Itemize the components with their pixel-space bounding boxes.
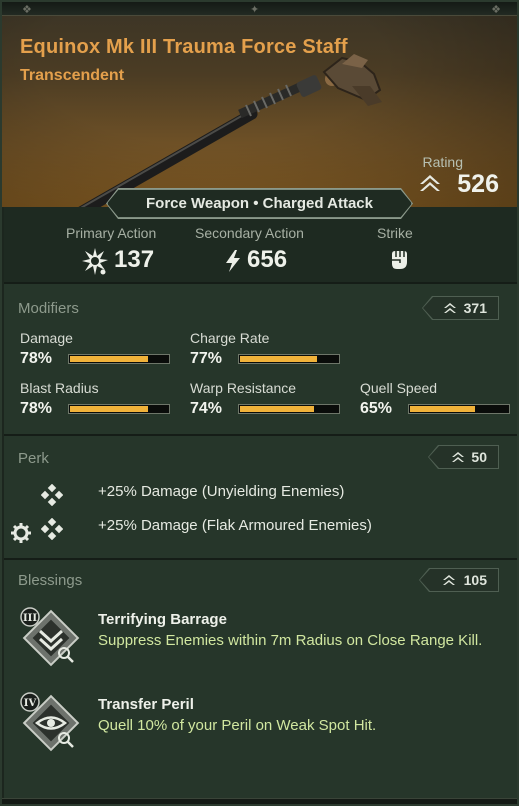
modifier-warp-resistance-pct: 74% <box>190 400 223 417</box>
perk-title: Perk <box>18 450 49 467</box>
blessing-tier: IV <box>24 698 37 709</box>
top-ornament: ❖ ✦ ❖ <box>2 2 517 16</box>
blessings-title: Blessings <box>18 572 83 589</box>
modifier-charge-rate-bar <box>238 354 340 364</box>
weapon-name: Equinox Mk III Trauma Force Staff <box>20 36 348 58</box>
primary-action-label: Primary Action <box>66 225 157 241</box>
modifier-blast-radius-pct: 78% <box>20 400 53 417</box>
secondary-action-label: Secondary Action <box>195 225 304 241</box>
rating-value: 526 <box>457 170 499 198</box>
cog-icon[interactable] <box>10 522 32 544</box>
skull-ornament-icon: ❖ <box>22 3 32 16</box>
blessings-score: 105 <box>463 572 487 588</box>
modifiers-score: 371 <box>463 300 487 316</box>
blessings-section <box>4 560 517 804</box>
rating-icon <box>443 575 455 585</box>
modifier-quell-speed-pct: 65% <box>360 400 393 417</box>
perk-diamond-icon <box>41 518 63 540</box>
secondary-action-value: 656 <box>247 246 288 273</box>
strike-label: Strike <box>377 225 413 241</box>
lightning-icon <box>226 250 240 272</box>
explosion-icon <box>82 248 108 275</box>
blessing-tier: III <box>23 613 37 624</box>
modifier-charge-rate-pct: 77% <box>190 350 223 367</box>
weapon-tooltip: Equinox Mk III Trauma Force Staff Transc… <box>0 0 519 806</box>
modifiers-title: Modifiers <box>18 300 79 317</box>
blessings-score-badge: 105 <box>420 569 498 591</box>
blessing-name: Terrifying Barrage <box>98 611 227 628</box>
blessing-description: Suppress Enemies within 7m Radius on Clo… <box>98 632 483 649</box>
modifier-damage-name: Damage <box>20 330 73 346</box>
modifier-damage-pct: 78% <box>20 350 53 367</box>
modifier-damage-bar <box>68 354 170 364</box>
modifier-warp-resistance-name: Warp Resistance <box>190 380 297 396</box>
modifier-quell-speed-bar <box>408 404 510 414</box>
weapon-header: Equinox Mk III Trauma Force Staff Transc… <box>2 2 517 207</box>
perk-diamond-icon <box>41 484 63 506</box>
primary-action-value: 137 <box>114 246 155 273</box>
rating-label: Rating <box>422 154 463 170</box>
bottom-ornament <box>2 798 517 804</box>
modifier-charge-rate-name: Charge Rate <box>190 330 270 346</box>
blessing-description: Quell 10% of your Peril on Weak Spot Hit… <box>98 717 377 734</box>
modifier-blast-radius-bar <box>68 404 170 414</box>
perk-score: 50 <box>471 449 487 465</box>
perk-item-1: +25% Damage (Unyielding Enemies) <box>98 483 345 500</box>
skull-ornament-icon: ❖ <box>491 3 501 16</box>
rating-icon <box>420 175 440 191</box>
rating-icon <box>444 303 456 313</box>
blessing-name: Transfer Peril <box>98 696 194 713</box>
modifiers-score-badge: 371 <box>423 297 498 319</box>
rating-icon <box>452 452 464 462</box>
perk-score-badge: 50 <box>429 446 498 468</box>
modifier-quell-speed-name: Quell Speed <box>360 380 438 396</box>
eagle-ornament-icon: ✦ <box>250 3 260 16</box>
perk-item-2: +25% Damage (Flak Armoured Enemies) <box>98 517 372 534</box>
fist-icon <box>392 251 407 269</box>
weapon-rarity: Transcendent <box>20 67 125 84</box>
weapon-keywords: Force Weapon • Charged Attack <box>107 189 412 218</box>
terrifying-barrage-blessing-icon[interactable]: III <box>20 607 82 669</box>
modifier-warp-resistance-bar <box>238 404 340 414</box>
transfer-peril-blessing-icon[interactable]: IV <box>20 692 82 754</box>
modifier-blast-radius-name: Blast Radius <box>20 380 99 396</box>
